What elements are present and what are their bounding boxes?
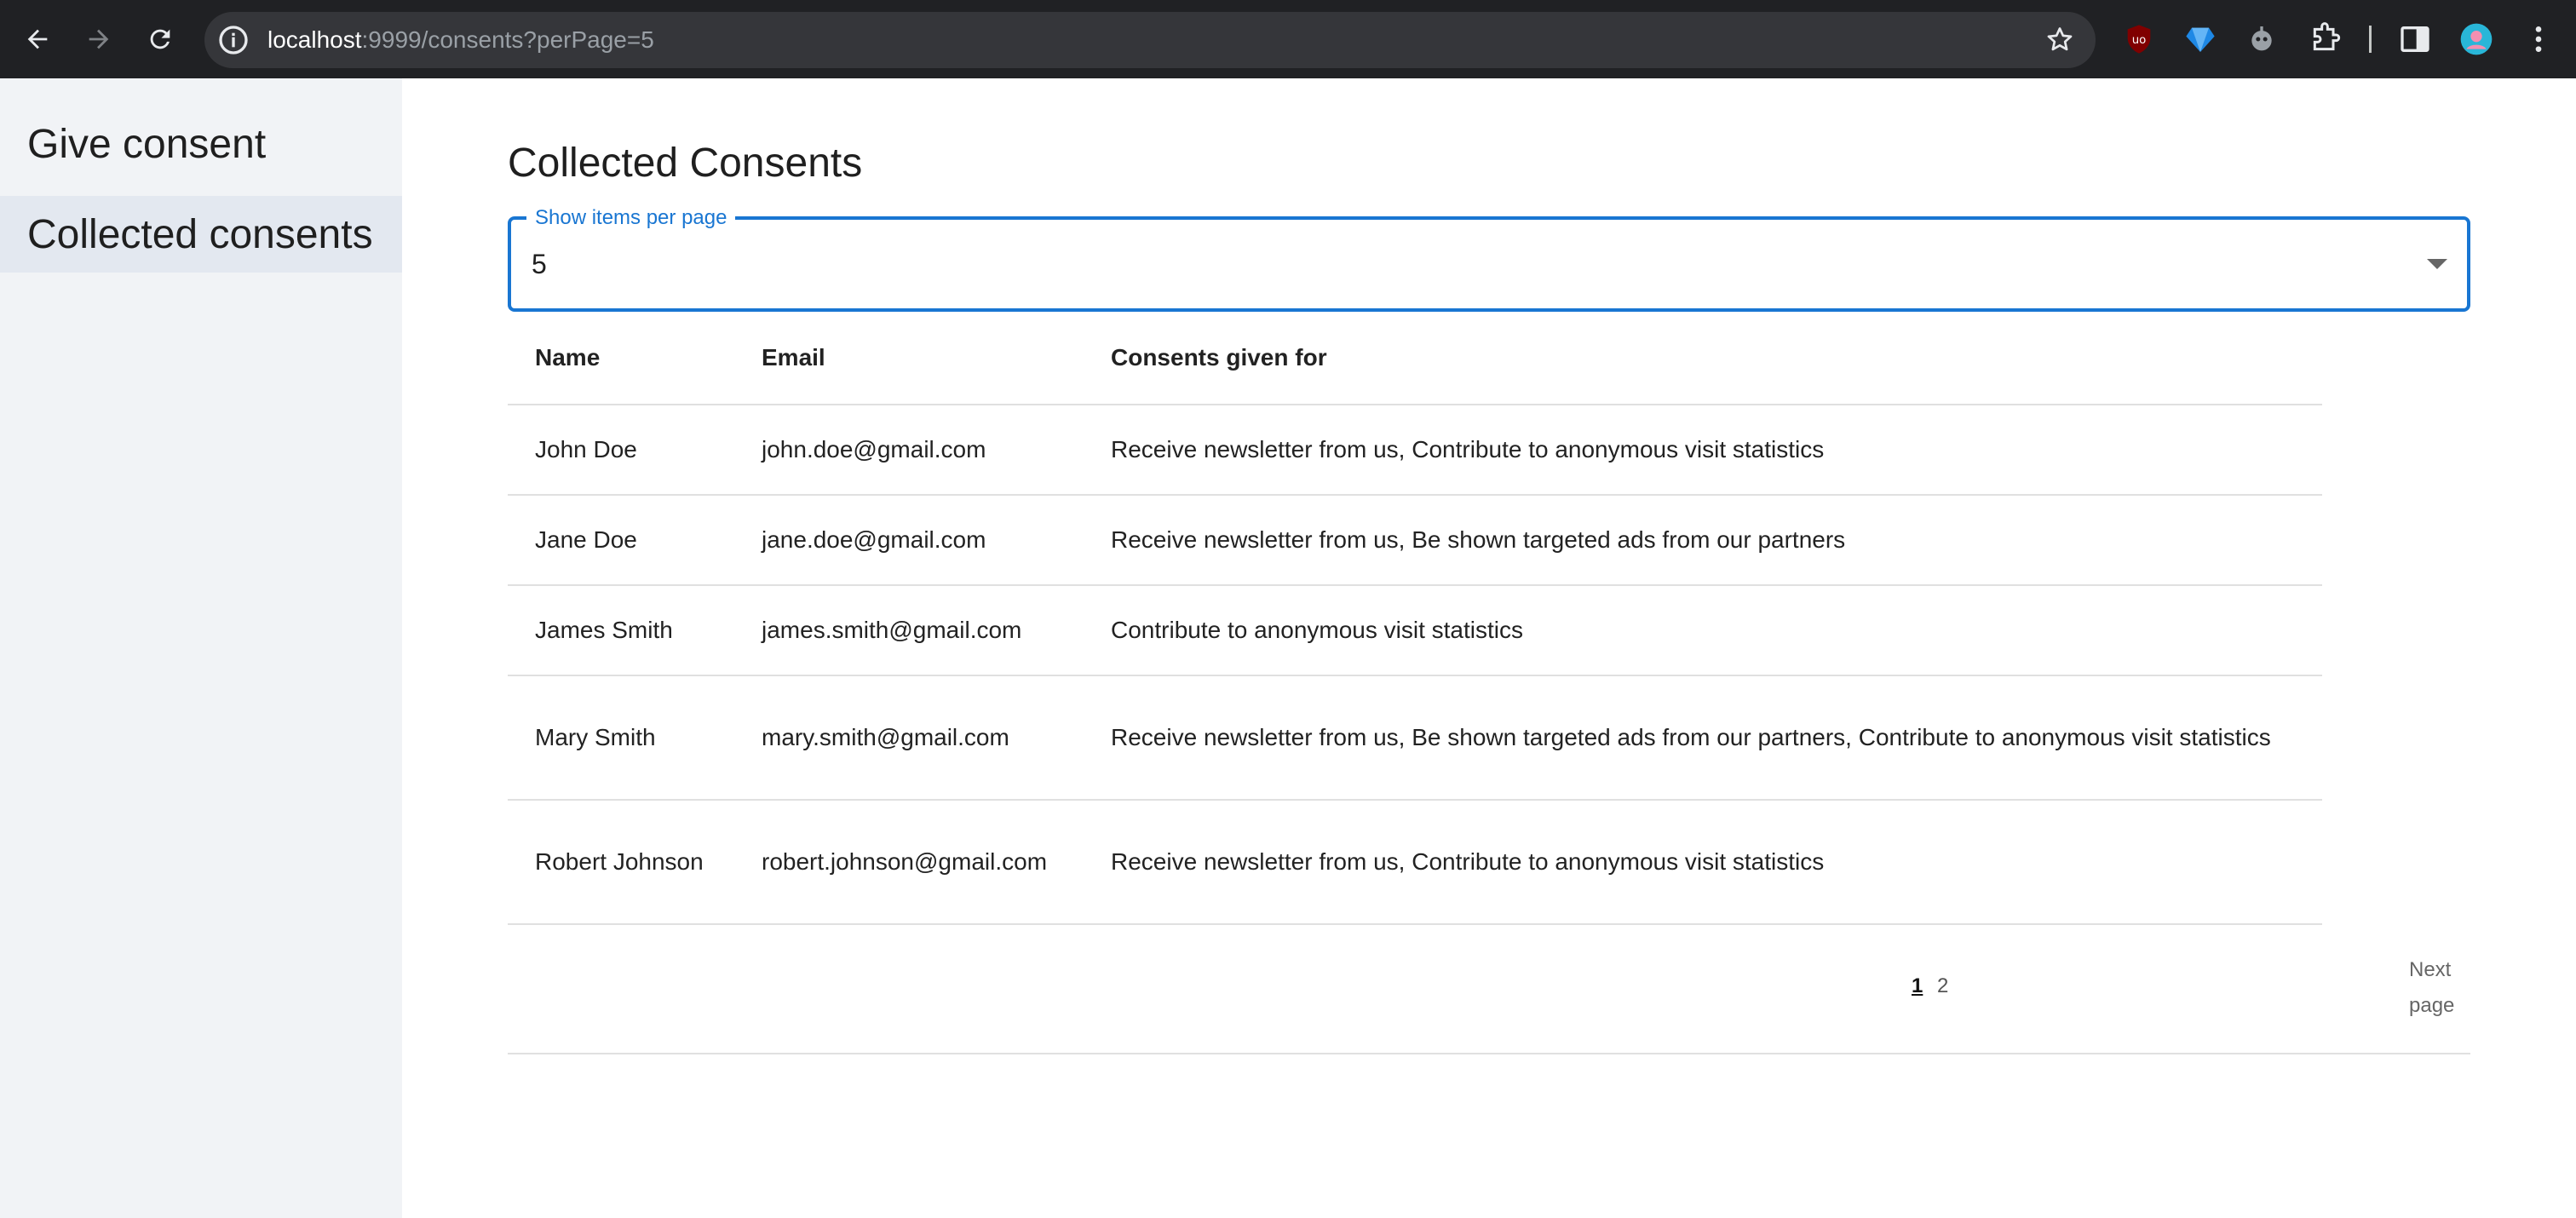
cell-email: james.smith@gmail.com — [762, 617, 1022, 643]
table-row: Robert Johnson robert.johnson@gmail.com … — [508, 801, 2322, 925]
cell-consents: Receive newsletter from us, Be shown tar… — [1111, 526, 1846, 553]
table-row: Mary Smith mary.smith@gmail.com Receive … — [508, 676, 2322, 801]
caret-down-icon — [2427, 259, 2447, 269]
column-header-name: Name — [535, 344, 601, 371]
browser-toolbar: localhost:9999/consents?perPage=5 uo — [0, 0, 2576, 78]
forward-button[interactable] — [78, 19, 119, 60]
sidebar-item-give-consent[interactable]: Give consent — [0, 106, 402, 182]
page-title: Collected Consents — [508, 141, 863, 186]
items-per-page-label: Show items per page — [526, 206, 736, 230]
url-text: localhost:9999/consents?perPage=5 — [267, 12, 654, 68]
bookmark-star-icon[interactable] — [2044, 25, 2075, 55]
back-button[interactable] — [17, 19, 58, 60]
cell-email: robert.johnson@gmail.com — [762, 848, 1048, 875]
table-row: Jane Doe jane.doe@gmail.com Receive news… — [508, 496, 2322, 586]
cell-name: Jane Doe — [535, 526, 637, 553]
main-content: Collected Consents Show items per page 5… — [402, 78, 2576, 1218]
table-row: John Doe john.doe@gmail.com Receive news… — [508, 405, 2322, 496]
robot-extension-icon[interactable] — [2245, 22, 2279, 56]
cell-name: John Doe — [535, 436, 637, 462]
kebab-menu-icon[interactable] — [2521, 22, 2556, 56]
table-row: James Smith james.smith@gmail.com Contri… — [508, 586, 2322, 676]
pagination: 1 2 Next page — [508, 927, 2470, 1054]
column-header-email: Email — [762, 344, 825, 371]
svg-text:uo: uo — [2132, 34, 2147, 47]
toolbar-divider — [2369, 26, 2372, 53]
address-bar[interactable]: localhost:9999/consents?perPage=5 — [204, 12, 2096, 68]
url-host: localhost — [267, 26, 362, 53]
site-info-icon[interactable] — [216, 23, 250, 57]
items-per-page-select[interactable]: Show items per page 5 — [508, 206, 2470, 312]
page-link-1[interactable]: 1 — [1912, 974, 1923, 998]
cell-name: Robert Johnson — [535, 848, 704, 875]
ublock-extension-icon[interactable]: uo — [2122, 22, 2156, 56]
cell-name: Mary Smith — [535, 724, 656, 750]
puzzle-extensions-icon[interactable] — [2308, 22, 2342, 56]
profile-avatar-icon[interactable] — [2459, 22, 2493, 56]
sidebar: Give consent Collected consents — [0, 78, 402, 1218]
cell-consents: Receive newsletter from us, Contribute t… — [1111, 848, 1825, 875]
sidebar-item-collected-consents[interactable]: Collected consents — [0, 196, 402, 273]
cell-consents: Receive newsletter from us, Be shown tar… — [1111, 724, 2271, 750]
page-link-2[interactable]: 2 — [1937, 974, 1948, 998]
arrow-right-icon — [89, 29, 109, 49]
reload-button[interactable] — [140, 19, 181, 60]
side-panel-icon[interactable] — [2398, 22, 2432, 56]
items-per-page-value: 5 — [532, 249, 547, 279]
next-page-link[interactable]: Next page — [2409, 952, 2469, 1024]
cell-email: john.doe@gmail.com — [762, 436, 986, 462]
cell-name: James Smith — [535, 617, 673, 643]
arrow-left-icon — [27, 29, 48, 49]
consents-table: Name Email Consents given for John Doe j… — [508, 312, 2322, 925]
table-header-row: Name Email Consents given for — [508, 312, 2322, 405]
cell-consents: Receive newsletter from us, Contribute t… — [1111, 436, 1825, 462]
cell-email: mary.smith@gmail.com — [762, 724, 1009, 750]
reload-icon — [150, 29, 170, 49]
column-header-consents: Consents given for — [1111, 344, 1327, 371]
gem-extension-icon[interactable] — [2183, 22, 2217, 56]
cell-email: jane.doe@gmail.com — [762, 526, 986, 553]
cell-consents: Contribute to anonymous visit statistics — [1111, 617, 1523, 643]
url-path: :9999/consents?perPage=5 — [361, 26, 654, 53]
